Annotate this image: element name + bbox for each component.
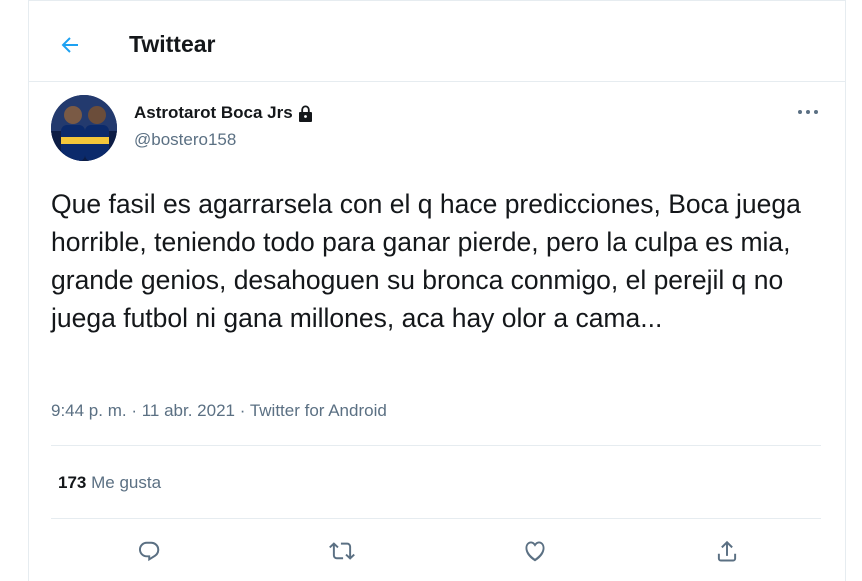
divider (51, 445, 821, 446)
author-name[interactable]: Astrotarot Boca Jrs (134, 103, 314, 123)
tweet-time[interactable]: 9:44 p. m. (51, 401, 127, 420)
arrow-left-icon (61, 37, 78, 53)
page-title: Twittear (129, 31, 216, 57)
author-display-name: Astrotarot Boca Jrs (134, 103, 293, 122)
meta-separator: · (126, 401, 142, 420)
retweet-icon (329, 542, 355, 560)
more-horizontal-icon (798, 110, 818, 114)
reply-button[interactable] (129, 531, 169, 571)
avatar[interactable] (51, 95, 117, 161)
likes-count: 173 (58, 473, 87, 492)
lock-icon (297, 104, 314, 123)
meta-separator: · (235, 401, 250, 420)
likes-stat[interactable]: 173 Me gusta (58, 473, 161, 493)
like-button[interactable] (515, 531, 555, 571)
tweet-actions (29, 531, 845, 575)
back-button[interactable] (53, 28, 87, 62)
share-button[interactable] (707, 531, 747, 571)
reply-icon (138, 541, 160, 562)
heart-icon (525, 541, 545, 562)
tweet-page: Twittear Astrotarot Boca Jrs @bostero158 (28, 0, 846, 581)
likes-label: Me gusta (91, 473, 162, 492)
tweet-source[interactable]: Twitter for Android (250, 401, 387, 420)
tweet-metadata: 9:44 p. m. · 11 abr. 2021 · Twitter for … (51, 401, 387, 421)
divider (51, 518, 821, 519)
avatar-image (51, 95, 117, 161)
retweet-button[interactable] (322, 531, 362, 571)
more-button[interactable] (793, 101, 823, 123)
page-header: Twittear (29, 1, 845, 82)
share-icon (717, 540, 737, 562)
tweet-text: Que fasil es agarrarsela con el q hace p… (51, 189, 801, 333)
tweet-date[interactable]: 11 abr. 2021 (142, 401, 235, 420)
author-handle[interactable]: @bostero158 (134, 130, 236, 150)
